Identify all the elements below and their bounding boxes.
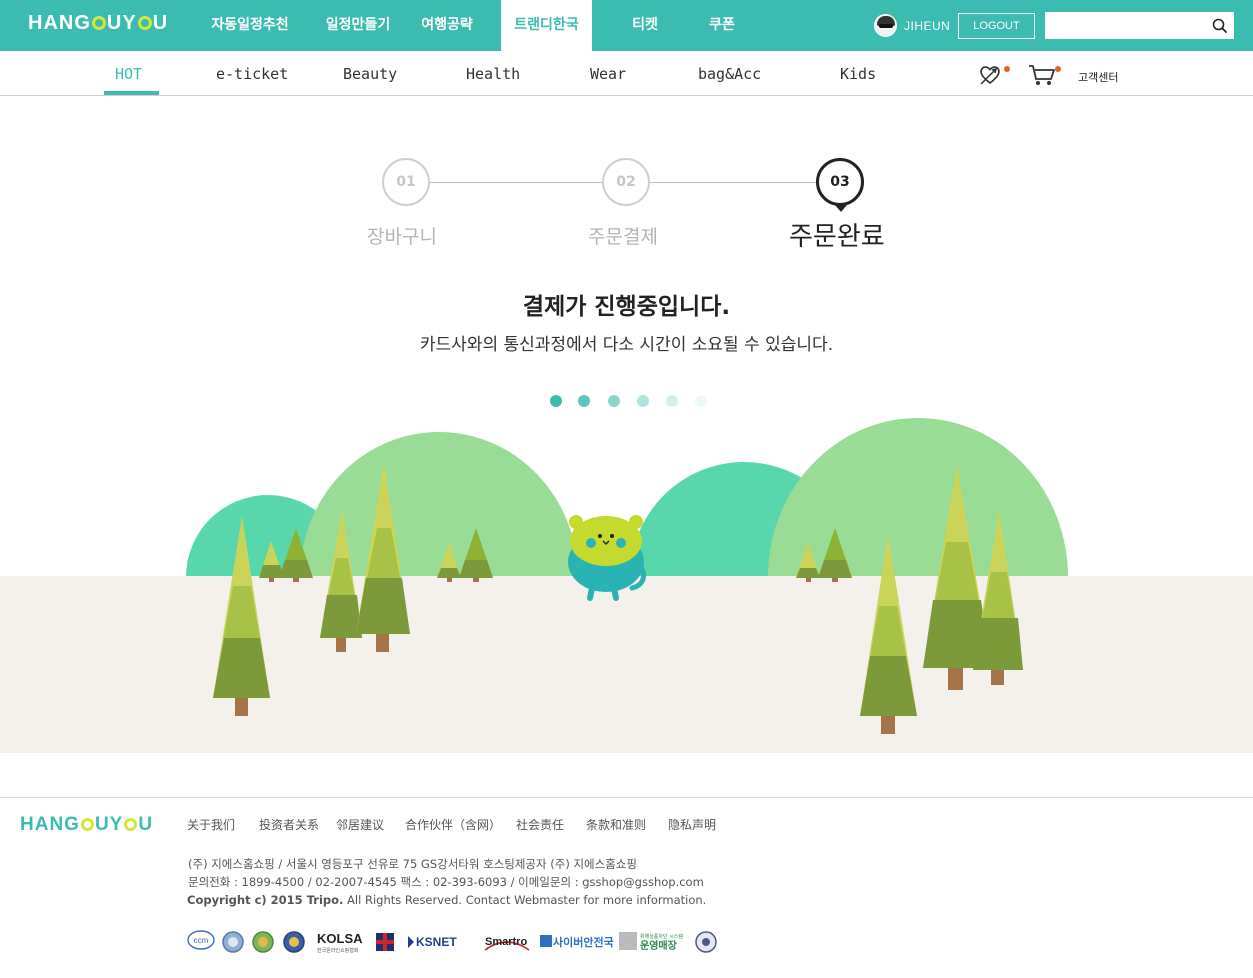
step-2-label: 주문결제 [588, 226, 658, 248]
active-tab-indicator [104, 91, 159, 95]
category-tab-beauty[interactable]: Beauty [343, 65, 397, 83]
main-nav-item-make-schedule[interactable]: 일정만들기 [315, 0, 401, 51]
footer-link-privacy[interactable]: 隐私声明 [668, 816, 716, 833]
main-nav-item-auto-schedule[interactable]: 자동일정추천 [198, 0, 302, 51]
copyright-rest: All Rights Reserved. Contact Webmaster f… [343, 893, 707, 907]
loading-dot [578, 395, 590, 407]
step-1-label: 장바구니 [367, 226, 437, 248]
ccm-badge[interactable]: ccm [187, 930, 215, 950]
footer-link-social[interactable]: 社会责任 [516, 816, 564, 833]
footer-divider [0, 797, 1253, 798]
wishlist-heart-icon[interactable] [978, 63, 1004, 87]
logo-text-1: HANG [20, 814, 80, 835]
logo-o-mark [137, 16, 152, 30]
logo-text-1: HANG [28, 12, 91, 34]
logo-o-mark [91, 16, 106, 30]
kolsa-badge[interactable]: KOLSA 한국온라인쇼핑협회 [317, 931, 363, 954]
footer-copyright: Copyright c) 2015 Tripo. All Rights Rese… [187, 893, 706, 907]
step-connector [430, 182, 602, 183]
footer-link-investors[interactable]: 投资者关系 [259, 816, 319, 833]
smartro-text: Smartro [485, 936, 527, 948]
step-connector [650, 182, 816, 183]
footer-address: (주) 지에스홈쇼핑 / 서울시 영등포구 선유로 75 GS강서타워 호스팅제… [188, 857, 637, 871]
kolsa-subtext: 한국온라인쇼핑협회 [317, 947, 358, 954]
footer-logo[interactable]: HANG UY U [20, 814, 153, 836]
ksnet-badge[interactable]: KSNET [408, 935, 457, 949]
cart-alert-dot [1055, 66, 1061, 72]
smartro-badge[interactable]: Smartro [484, 936, 530, 951]
category-tab-health[interactable]: Health [466, 65, 520, 83]
ksnet-text: KSNET [416, 935, 457, 949]
hill [768, 418, 1068, 577]
category-tab-kids[interactable]: Kids [840, 65, 876, 83]
seal-badge[interactable] [222, 931, 244, 953]
footer-link-partners[interactable]: 合作伙伴（含网） [405, 816, 501, 833]
forest-illustration [0, 418, 1253, 753]
category-tab-wear[interactable]: Wear [590, 65, 626, 83]
store-text: 운영매장 [640, 939, 678, 952]
category-tab-bag-acc[interactable]: bag&Acc [698, 65, 761, 83]
footer-contact: 문의전화 : 1899-4500 / 02-2007-4545 팩스 : 02-… [188, 875, 704, 889]
step-3-number: 03 [816, 158, 864, 206]
footer-link-terms[interactable]: 条款和准则 [586, 816, 646, 833]
logout-button[interactable]: LOGOUT [958, 13, 1035, 39]
logo-text-2: UY [94, 814, 124, 835]
store-badge[interactable]: 위해상품차단 시스템 운영매장 [619, 932, 683, 952]
username: JIHEUN [904, 19, 951, 33]
search-icon[interactable] [1210, 16, 1230, 36]
brand-logo[interactable]: HANG UY U [28, 12, 168, 35]
certification-badges: ccm KOLSA 한국온라인쇼핑협회 KSNET Smartro 사이버안전국… [187, 930, 717, 954]
payment-status-title: 결제가 진행중입니다. [522, 294, 731, 320]
search-input[interactable] [1051, 16, 1201, 35]
cyber-text: 사이버안전국 [553, 935, 614, 949]
ground [0, 576, 1253, 753]
category-nav: HOT e-ticket Beauty Health Wear bag&Acc … [0, 51, 1253, 96]
step-2-number: 02 [602, 158, 650, 206]
avatar[interactable] [874, 14, 897, 37]
loading-dot [608, 395, 620, 407]
footer-link-about[interactable]: 关于我们 [187, 816, 235, 833]
payment-status-subtitle: 카드사와의 통신과정에서 다소 시간이 소요될 수 있습니다. [419, 335, 834, 355]
loading-dot [666, 395, 678, 407]
main-nav-item-travel-guide[interactable]: 여행공략 [410, 0, 484, 51]
footer-link-neighbor[interactable]: 邻居建议 [336, 816, 384, 833]
step-1-number: 01 [382, 158, 430, 206]
category-tab-hot[interactable]: HOT [115, 65, 142, 83]
cross-badge[interactable] [376, 933, 394, 951]
store-top-text: 위해상품차단 시스템 [640, 933, 683, 940]
logo-text-3: U [152, 12, 169, 34]
cart-icon[interactable] [1028, 63, 1058, 87]
seal-badge[interactable] [695, 931, 717, 953]
category-tab-e-ticket[interactable]: e-ticket [216, 65, 288, 83]
main-nav-item-trendy-korea[interactable]: 트랜디한국 [501, 0, 592, 51]
loading-dot [637, 395, 649, 407]
seal-badge[interactable] [252, 931, 274, 953]
logo-text-3: U [138, 814, 154, 835]
kolsa-text: KOLSA [317, 931, 363, 946]
loading-dot [695, 395, 707, 407]
seal-badge[interactable] [283, 931, 305, 953]
main-nav-item-coupon[interactable]: 쿠폰 [697, 0, 747, 51]
ccm-text: ccm [194, 936, 209, 945]
main-nav-item-ticket[interactable]: 티켓 [620, 0, 670, 51]
current-step-pointer [835, 205, 847, 212]
copyright-bold: Copyright c) 2015 Tripo. [187, 893, 344, 907]
loading-dot [550, 395, 562, 407]
logo-o-mark [80, 818, 94, 831]
step-3-label: 주문완료 [789, 222, 885, 252]
customer-center-link[interactable]: 고객센터 [1078, 69, 1118, 85]
search-box [1045, 12, 1234, 39]
top-navigation-bar: HANG UY U 자동일정추천 일정만들기 여행공략 트랜디한국 티켓 쿠폰 JI… [0, 0, 1253, 51]
logo-o-mark [124, 818, 138, 831]
wishlist-alert-dot [1004, 66, 1010, 72]
logo-text-2: UY [106, 12, 137, 34]
cyber-police-badge[interactable]: 사이버안전국 [540, 935, 614, 949]
